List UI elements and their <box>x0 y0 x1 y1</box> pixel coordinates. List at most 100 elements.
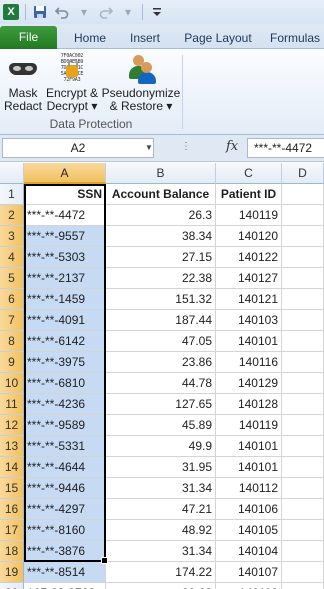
table-cell[interactable]: ***-**-9557 <box>24 226 106 247</box>
table-cell[interactable]: 140107 <box>216 562 282 583</box>
row-header[interactable]: 18 <box>0 541 24 562</box>
table-cell[interactable]: 140105 <box>216 520 282 541</box>
row-header[interactable]: 20 <box>0 583 24 589</box>
table-cell[interactable] <box>282 562 324 583</box>
table-cell[interactable]: ***-**-1459 <box>24 289 106 310</box>
table-cell[interactable]: 140119 <box>216 415 282 436</box>
tab-formulas[interactable]: Formulas <box>270 27 324 49</box>
table-cell[interactable]: 49.9 <box>106 436 216 457</box>
resize-handle-icon[interactable]: ⋮ <box>181 141 191 152</box>
row-header[interactable]: 9 <box>0 352 24 373</box>
table-cell[interactable]: 151.32 <box>106 289 216 310</box>
row-header[interactable]: 16 <box>0 499 24 520</box>
table-cell[interactable]: ***-**-8514 <box>24 562 106 583</box>
table-cell[interactable] <box>282 583 324 589</box>
table-cell[interactable]: ***-**-4091 <box>24 310 106 331</box>
excel-icon[interactable]: X <box>3 4 19 20</box>
table-cell[interactable] <box>282 205 324 226</box>
table-cell[interactable] <box>282 247 324 268</box>
table-cell[interactable]: 140127 <box>216 268 282 289</box>
table-cell[interactable]: 140101 <box>216 457 282 478</box>
table-cell[interactable]: 140106 <box>216 499 282 520</box>
table-cell[interactable] <box>282 520 324 541</box>
name-box[interactable]: A2 <box>2 138 154 158</box>
table-cell[interactable]: 31.34 <box>106 478 216 499</box>
table-cell[interactable]: ***-**-5331 <box>24 436 106 457</box>
table-cell[interactable]: 28.29 <box>106 583 216 589</box>
table-cell[interactable]: 38.34 <box>106 226 216 247</box>
customize-qat-icon[interactable] <box>149 4 165 20</box>
row-header[interactable]: 3 <box>0 226 24 247</box>
row-header[interactable]: 6 <box>0 289 24 310</box>
table-cell[interactable]: ***-**-6810 <box>24 373 106 394</box>
table-cell[interactable]: 187.44 <box>106 310 216 331</box>
table-cell[interactable]: 127.65 <box>106 394 216 415</box>
table-cell[interactable] <box>282 394 324 415</box>
header-cell[interactable]: SSN <box>24 184 106 205</box>
table-cell[interactable] <box>282 436 324 457</box>
table-cell[interactable]: 140103 <box>216 310 282 331</box>
table-cell[interactable]: 31.34 <box>106 541 216 562</box>
insert-function-icon[interactable]: fx <box>226 139 238 154</box>
save-icon[interactable] <box>32 4 48 20</box>
table-cell[interactable]: ***-**-2137 <box>24 268 106 289</box>
row-header[interactable]: 11 <box>0 394 24 415</box>
table-cell[interactable]: ***-**-8160 <box>24 520 106 541</box>
row-header[interactable]: 19 <box>0 562 24 583</box>
table-cell[interactable] <box>282 457 324 478</box>
row-header[interactable]: 2 <box>0 205 24 226</box>
table-cell[interactable] <box>282 415 324 436</box>
table-cell[interactable]: 140128 <box>216 394 282 415</box>
table-cell[interactable]: 140101 <box>216 331 282 352</box>
table-cell[interactable]: 174.22 <box>106 562 216 583</box>
select-all-corner[interactable] <box>0 163 24 184</box>
tab-insert[interactable]: Insert <box>122 27 168 49</box>
table-cell[interactable]: ***-**-5303 <box>24 247 106 268</box>
table-cell[interactable]: ***-**-4472 <box>24 205 106 226</box>
table-cell[interactable]: ***-**-3975 <box>24 352 106 373</box>
table-cell[interactable] <box>282 310 324 331</box>
row-header[interactable]: 13 <box>0 436 24 457</box>
row-header[interactable]: 15 <box>0 478 24 499</box>
table-cell[interactable]: 47.05 <box>106 331 216 352</box>
row-header[interactable]: 4 <box>0 247 24 268</box>
header-cell[interactable]: Account Balance <box>106 184 216 205</box>
tab-home[interactable]: Home <box>62 27 118 49</box>
redo-dropdown-icon[interactable]: ▾ <box>120 4 136 20</box>
row-header[interactable]: 17 <box>0 520 24 541</box>
column-header-c[interactable]: C <box>216 163 282 184</box>
table-cell[interactable] <box>282 226 324 247</box>
column-header-a[interactable]: A <box>24 163 106 184</box>
row-header[interactable]: 8 <box>0 331 24 352</box>
table-cell[interactable]: 140120 <box>216 226 282 247</box>
table-cell[interactable] <box>282 541 324 562</box>
encrypt-decrypt-button[interactable]: 7F0AC002 BD04E5B9 7DA8C31C 5A49BDCE 72F9… <box>44 53 100 119</box>
table-cell[interactable] <box>282 331 324 352</box>
table-cell[interactable]: 140104 <box>216 541 282 562</box>
table-cell[interactable]: ***-**-3876 <box>24 541 106 562</box>
table-cell[interactable]: 44.78 <box>106 373 216 394</box>
table-cell[interactable]: ***-**-4297 <box>24 499 106 520</box>
column-header-b[interactable]: B <box>106 163 216 184</box>
redo-icon[interactable] <box>98 4 114 20</box>
table-cell[interactable]: 140101 <box>216 436 282 457</box>
table-cell[interactable]: 26.3 <box>106 205 216 226</box>
column-header-d[interactable]: D <box>282 163 324 184</box>
table-cell[interactable]: 140116 <box>216 352 282 373</box>
row-header[interactable]: 5 <box>0 268 24 289</box>
table-cell[interactable]: 140122 <box>216 247 282 268</box>
row-header[interactable]: 7 <box>0 310 24 331</box>
table-cell[interactable]: 48.92 <box>106 520 216 541</box>
table-cell[interactable]: 140129 <box>216 373 282 394</box>
table-cell[interactable] <box>282 268 324 289</box>
tab-page-layout[interactable]: Page Layout <box>178 27 258 49</box>
table-cell[interactable]: 140112 <box>216 478 282 499</box>
formula-input[interactable]: ***-**-4472 <box>247 138 324 158</box>
table-cell[interactable]: 140119 <box>216 205 282 226</box>
header-cell[interactable]: Patient ID <box>216 184 282 205</box>
table-cell[interactable]: ***-**-6142 <box>24 331 106 352</box>
row-header[interactable]: 12 <box>0 415 24 436</box>
table-cell[interactable] <box>282 499 324 520</box>
table-cell[interactable]: 23.86 <box>106 352 216 373</box>
table-cell[interactable]: 22.38 <box>106 268 216 289</box>
